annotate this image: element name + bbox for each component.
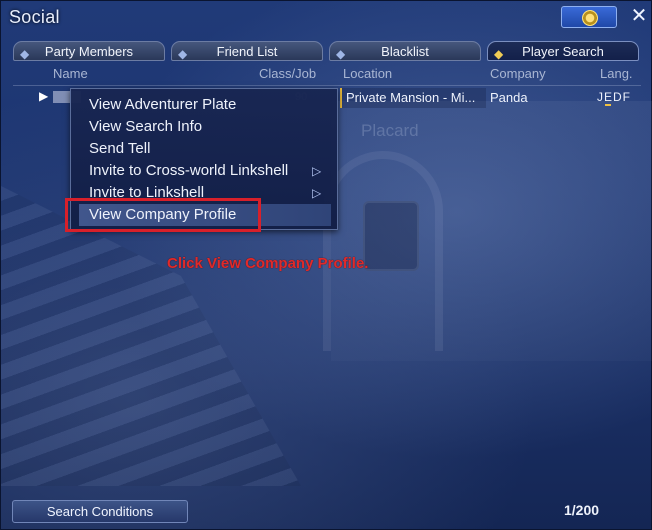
menu-item-send-tell[interactable]: Send Tell [79,138,331,160]
instruction-text: Click View Company Profile. [167,255,369,272]
company-cell: Panda [490,90,528,105]
tab-bar: ◆ Party Members ◆ Friend List ◆ Blacklis… [13,41,639,63]
lang-indicator [605,104,611,106]
social-window: Placard Social ✕ ◆ Party Members ◆ Frien… [0,0,652,530]
search-conditions-button[interactable]: Search Conditions [12,500,188,523]
header-lang[interactable]: Lang. [600,66,633,81]
submenu-arrow-icon: ▷ [312,186,322,200]
background-lantern [363,201,419,271]
menu-item-label: View Adventurer Plate [89,96,237,113]
tab-tag-icon: ◆ [178,47,188,61]
tab-tag-icon: ◆ [494,47,504,61]
menu-item-label: View Search Info [89,118,203,135]
tab-label: Party Members [44,44,134,59]
submenu-arrow-icon: ▷ [312,164,322,178]
company-crest-button[interactable] [561,6,617,28]
tab-party-members[interactable]: ◆ Party Members [13,41,165,61]
window-title: Social [9,7,60,27]
tab-tag-icon: ◆ [336,47,346,61]
tab-friend-list[interactable]: ◆ Friend List [171,41,323,61]
menu-item-view-search-info[interactable]: View Search Info [79,116,331,138]
menu-item-view-adventurer-plate[interactable]: View Adventurer Plate [79,94,331,116]
menu-item-label: Send Tell [89,140,151,157]
location-cell: Private Mansion - Mi... [340,88,486,108]
tab-tag-icon: ◆ [20,47,30,61]
selection-arrow-icon: ▶ [39,89,49,103]
tab-player-search[interactable]: ◆ Player Search [487,41,639,61]
crest-icon [582,10,598,26]
background-sign-text: Placard [361,121,419,140]
header-class-job[interactable]: Class/Job [259,66,316,81]
lang-cell: JEDF [597,90,631,104]
tab-label: Friend List [216,44,278,59]
tab-label: Blacklist [381,44,429,59]
close-button[interactable]: ✕ [629,5,649,27]
menu-item-label: Invite to Cross-world Linkshell [89,162,289,179]
header-divider [13,85,641,86]
header-company[interactable]: Company [490,66,546,81]
instruction-highlight-box [65,198,261,232]
header-name[interactable]: Name [53,66,88,81]
title-bar: Social ✕ [1,1,652,35]
tab-blacklist[interactable]: ◆ Blacklist [329,41,481,61]
header-location[interactable]: Location [343,66,392,81]
close-icon: ✕ [630,5,648,27]
menu-item-invite-cross-world-linkshell[interactable]: Invite to Cross-world Linkshell ▷ [79,160,331,182]
page-count: 1/200 [564,502,600,518]
tab-label: Player Search [522,44,604,59]
column-headers: Name Class/Job Location Company Lang. [13,65,641,83]
